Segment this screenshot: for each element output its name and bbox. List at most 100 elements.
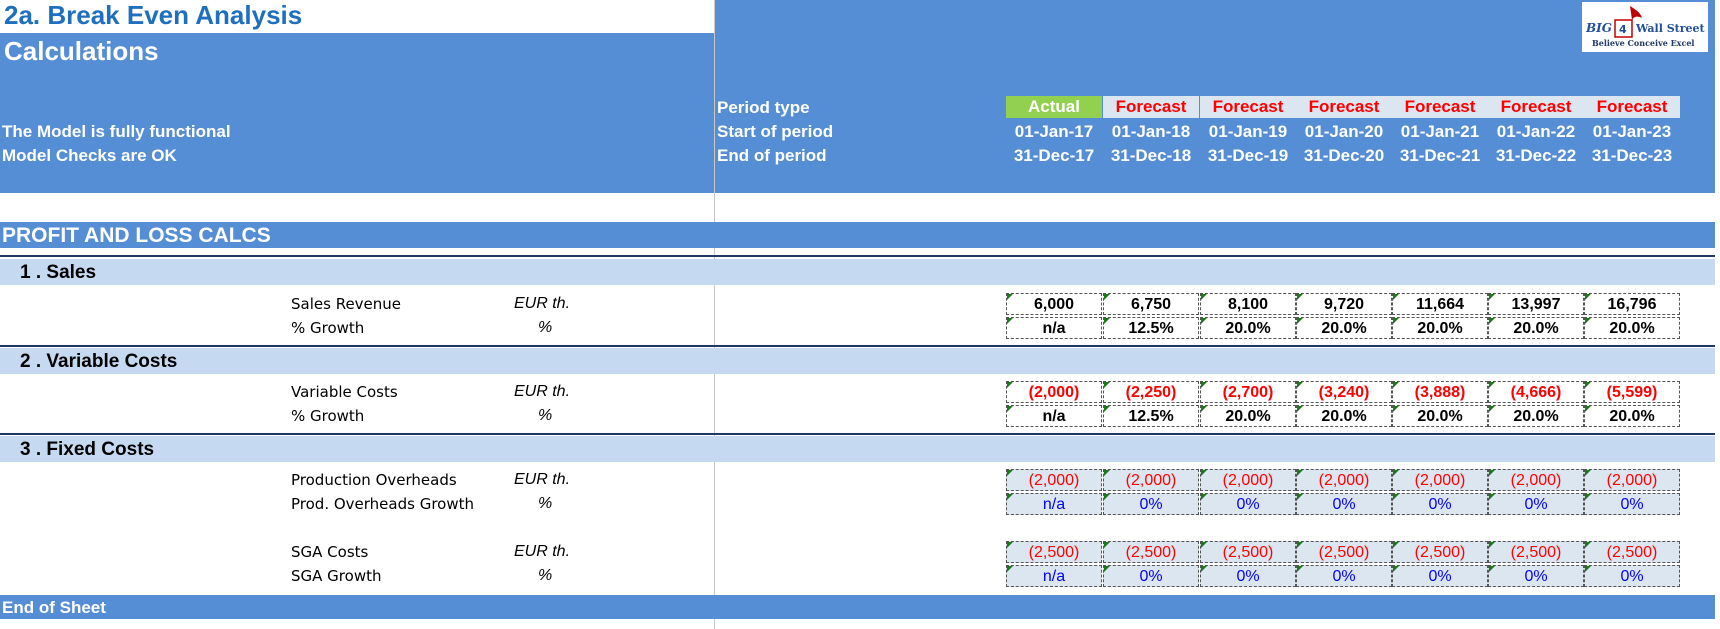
model-status: The Model is fully functional: [2, 122, 231, 141]
cell-prod-overheads-4[interactable]: (2,000): [1296, 469, 1392, 491]
row-unit-variable-growth: %: [538, 407, 553, 424]
period-end-7: 31-Dec-23: [1591, 146, 1673, 165]
cell-prod-overheads-2[interactable]: (2,000): [1103, 469, 1199, 491]
cell-sga-costs-4[interactable]: (2,500): [1296, 541, 1392, 563]
cell-sales-growth-6[interactable]: 20.0%: [1488, 317, 1584, 339]
period-start-1: 01-Jan-17: [1014, 122, 1094, 141]
cell-sales-growth-2[interactable]: 12.5%: [1103, 317, 1199, 339]
cell-sga-growth-1[interactable]: n/a: [1006, 565, 1102, 587]
end-of-sheet-label: End of Sheet: [2, 598, 106, 617]
cell-prod-growth-2[interactable]: 0%: [1103, 493, 1199, 515]
sheet-title: 2a. Break Even Analysis: [4, 0, 303, 30]
cell-prod-growth-6[interactable]: 0%: [1488, 493, 1584, 515]
cell-sga-costs-2[interactable]: (2,500): [1103, 541, 1199, 563]
cell-sga-growth-5[interactable]: 0%: [1392, 565, 1488, 587]
period-type-7: Forecast: [1584, 96, 1680, 118]
cell-sga-costs-7[interactable]: (2,500): [1584, 541, 1680, 563]
cell-sga-growth-4[interactable]: 0%: [1296, 565, 1392, 587]
cell-sales-revenue-3[interactable]: 8,100: [1200, 293, 1296, 315]
cell-var-growth-4[interactable]: 20.0%: [1296, 405, 1392, 427]
cell-var-growth-2[interactable]: 12.5%: [1103, 405, 1199, 427]
cell-sales-growth-4[interactable]: 20.0%: [1296, 317, 1392, 339]
cell-sales-revenue-2[interactable]: 6,750: [1103, 293, 1199, 315]
period-type-5: Forecast: [1392, 96, 1488, 118]
row-label-sales-revenue: Sales Revenue: [291, 295, 402, 313]
period-type-3: Forecast: [1200, 96, 1296, 118]
period-type-2: Forecast: [1103, 96, 1199, 118]
cell-sales-growth-3[interactable]: 20.0%: [1200, 317, 1296, 339]
cell-sga-growth-7[interactable]: 0%: [1584, 565, 1680, 587]
period-end-5: 31-Dec-21: [1399, 146, 1481, 165]
cell-sales-revenue-6[interactable]: 13,997: [1488, 293, 1584, 315]
row-unit-sga-costs: EUR th.: [514, 543, 571, 560]
logo-text-wallstreet: Wall Street: [1635, 22, 1706, 35]
section-variable-rule: [0, 433, 1715, 435]
row-unit-production-overheads: EUR th.: [514, 471, 571, 488]
cell-var-growth-6[interactable]: 20.0%: [1488, 405, 1584, 427]
pnl-title: PROFIT AND LOSS CALCS: [2, 224, 271, 247]
cell-var-growth-5[interactable]: 20.0%: [1392, 405, 1488, 427]
row-unit-sales-revenue: EUR th.: [514, 295, 571, 312]
row-label-variable-costs: Variable Costs: [291, 383, 398, 401]
cell-prod-growth-7[interactable]: 0%: [1584, 493, 1680, 515]
row-label-sga-costs: SGA Costs: [291, 543, 369, 561]
period-end-2: 31-Dec-18: [1110, 146, 1192, 165]
cell-prod-growth-5[interactable]: 0%: [1392, 493, 1488, 515]
cell-prod-overheads-7[interactable]: (2,000): [1584, 469, 1680, 491]
cell-sga-growth-2[interactable]: 0%: [1103, 565, 1199, 587]
logo-text-big: BIG: [1585, 21, 1612, 35]
cell-sales-revenue-4[interactable]: 9,720: [1296, 293, 1392, 315]
period-start-7: 01-Jan-23: [1592, 122, 1672, 141]
row-label-sga-growth: SGA Growth: [291, 567, 382, 585]
cell-sga-growth-6[interactable]: 0%: [1488, 565, 1584, 587]
cell-var-costs-7[interactable]: (5,599): [1584, 381, 1680, 403]
cell-var-costs-3[interactable]: (2,700): [1200, 381, 1296, 403]
cell-sales-growth-1[interactable]: n/a: [1006, 317, 1102, 339]
cell-var-costs-5[interactable]: (3,888): [1392, 381, 1488, 403]
period-start-5: 01-Jan-21: [1400, 122, 1480, 141]
cell-var-growth-1[interactable]: n/a: [1006, 405, 1102, 427]
eagle-icon: [1630, 6, 1642, 20]
section-sales-title: 1 . Sales: [20, 262, 97, 283]
cell-var-costs-2[interactable]: (2,250): [1103, 381, 1199, 403]
cell-sga-costs-5[interactable]: (2,500): [1392, 541, 1488, 563]
section-variable-title: 2 . Variable Costs: [20, 351, 178, 372]
section-sales-band: 1 . Sales: [0, 259, 1715, 285]
cell-sales-revenue-7[interactable]: 16,796: [1584, 293, 1680, 315]
row-label-production-overheads: Production Overheads: [291, 471, 457, 489]
end-of-sheet-band: End of Sheet: [0, 595, 1715, 619]
row-label-prod-overheads-growth: Prod. Overheads Growth: [291, 495, 474, 513]
cell-var-growth-7[interactable]: 20.0%: [1584, 405, 1680, 427]
row-label-variable-growth: % Growth: [291, 407, 365, 425]
section-variable-band: 2 . Variable Costs: [0, 348, 1715, 374]
cell-prod-growth-1[interactable]: n/a: [1006, 493, 1102, 515]
period-type-6: Forecast: [1488, 96, 1584, 118]
cell-sales-revenue-1[interactable]: 6,000: [1006, 293, 1102, 315]
cell-var-growth-3[interactable]: 20.0%: [1200, 405, 1296, 427]
cell-sga-costs-3[interactable]: (2,500): [1200, 541, 1296, 563]
cell-prod-growth-4[interactable]: 0%: [1296, 493, 1392, 515]
cell-sales-revenue-5[interactable]: 11,664: [1392, 293, 1488, 315]
cell-sga-costs-1[interactable]: (2,500): [1006, 541, 1102, 563]
cell-prod-overheads-6[interactable]: (2,000): [1488, 469, 1584, 491]
cell-var-costs-6[interactable]: (4,666): [1488, 381, 1584, 403]
company-logo: BIG 4 Wall Street Believe Conceive Excel: [1582, 2, 1708, 52]
cell-prod-growth-3[interactable]: 0%: [1200, 493, 1296, 515]
period-start-4: 01-Jan-20: [1304, 122, 1384, 141]
cell-var-costs-1[interactable]: (2,000): [1006, 381, 1102, 403]
period-end-4: 31-Dec-20: [1303, 146, 1385, 165]
cell-sga-growth-3[interactable]: 0%: [1200, 565, 1296, 587]
cell-sales-growth-7[interactable]: 20.0%: [1584, 317, 1680, 339]
period-type-1: Actual: [1006, 96, 1102, 118]
cell-prod-overheads-5[interactable]: (2,000): [1392, 469, 1488, 491]
cell-sga-costs-6[interactable]: (2,500): [1488, 541, 1584, 563]
pnl-rule: [0, 255, 1715, 257]
cell-var-costs-4[interactable]: (3,240): [1296, 381, 1392, 403]
cell-prod-overheads-1[interactable]: (2,000): [1006, 469, 1102, 491]
period-end-6: 31-Dec-22: [1495, 146, 1577, 165]
logo-tagline: Believe Conceive Excel: [1592, 38, 1694, 48]
start-of-period-label: Start of period: [717, 122, 834, 141]
cell-sales-growth-5[interactable]: 20.0%: [1392, 317, 1488, 339]
cell-prod-overheads-3[interactable]: (2,000): [1200, 469, 1296, 491]
row-unit-sga-growth: %: [538, 567, 553, 584]
